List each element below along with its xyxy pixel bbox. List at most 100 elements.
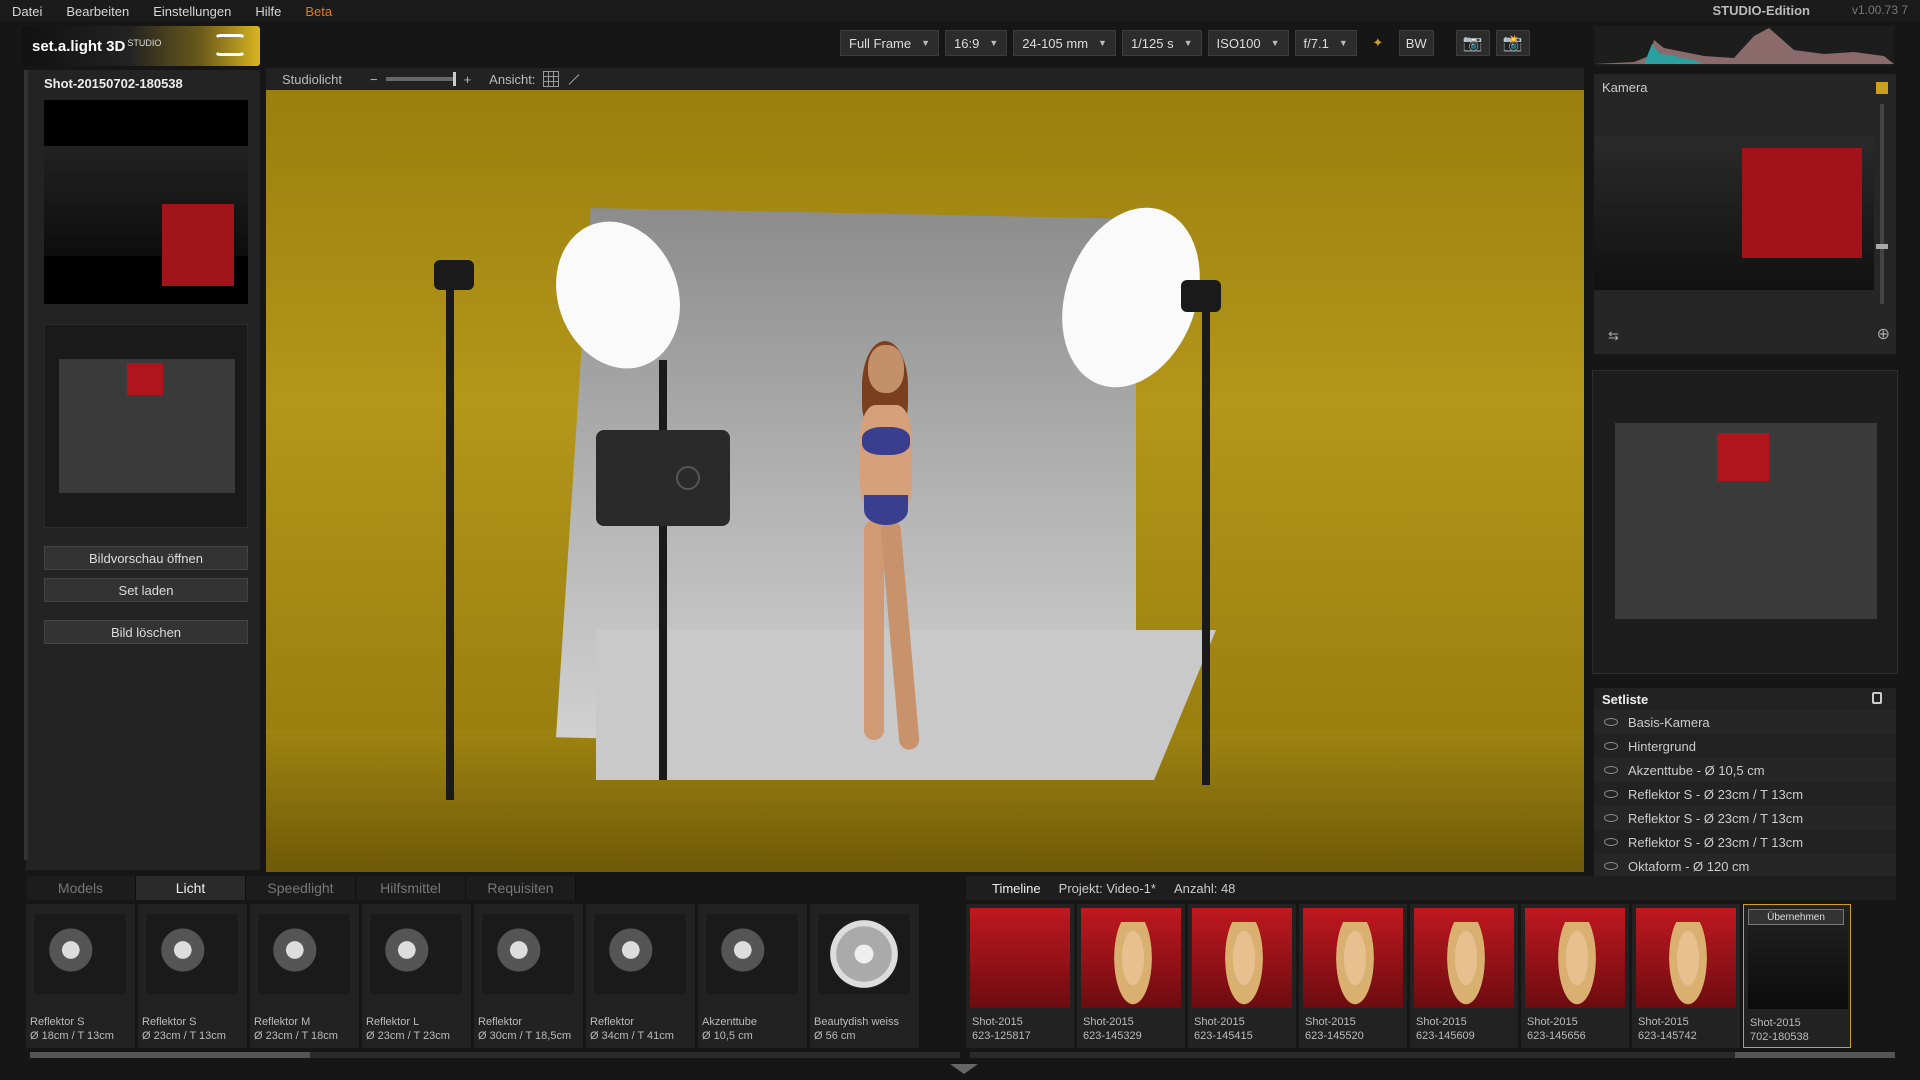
light-stand-center[interactable] [659, 360, 667, 780]
light-card[interactable]: Akzenttube Ø 10,5 cm [698, 904, 807, 1048]
crosshair-icon[interactable]: ⊕ [1877, 324, 1890, 344]
menu-beta[interactable]: Beta [293, 4, 344, 19]
light-card[interactable]: Reflektor S Ø 18cm / T 13cm [26, 904, 135, 1048]
model-leg [880, 519, 920, 751]
shot-thumbnail[interactable]: Shot-2015 623-145520 [1299, 904, 1407, 1048]
timeline-shots: Shot-2015 623-125817 Shot-2015 623-145329 … [966, 904, 1896, 1048]
tab-speedlight[interactable]: Speedlight [246, 876, 356, 900]
shot-image [1192, 908, 1292, 1012]
chevron-down-icon: ▼ [989, 38, 999, 48]
light-card[interactable]: Reflektor L Ø 23cm / T 23cm [362, 904, 471, 1048]
shot-thumbnail[interactable]: Shot-2015 623-145415 [1188, 904, 1296, 1048]
swap-icon[interactable]: ⇆ [1608, 328, 1619, 344]
face-image [1666, 922, 1710, 1012]
menu-hilfe[interactable]: Hilfe [243, 4, 293, 19]
iso-dropdown[interactable]: ISO100 ▼ [1207, 30, 1289, 56]
backdrop-marker [1717, 433, 1769, 481]
scrollbar-thumb[interactable] [30, 1052, 310, 1058]
library-scrollbar[interactable] [30, 1052, 960, 1058]
set-list-item[interactable]: Hintergrund [1594, 734, 1896, 758]
shot-thumbnail[interactable]: Shot-2015 623-125817 [966, 904, 1074, 1048]
shutter-dropdown[interactable]: 1/125 s ▼ [1121, 30, 1202, 56]
top-view-thumbnail[interactable] [44, 324, 248, 528]
line-icon[interactable] [569, 73, 580, 85]
menu-datei[interactable]: Datei [0, 4, 54, 19]
tab-requisiten[interactable]: Requisiten [466, 876, 576, 900]
load-set-button[interactable]: Set laden [44, 578, 248, 602]
light-name: Akzenttube [702, 1016, 758, 1028]
camera-preview[interactable] [1594, 136, 1874, 290]
scrollbar-thumb[interactable] [1735, 1052, 1895, 1058]
eye-icon[interactable] [1604, 766, 1618, 774]
eye-icon[interactable] [1604, 862, 1618, 870]
tab-hilfsmittel[interactable]: Hilfsmittel [356, 876, 466, 900]
uebernehmen-button[interactable]: Übernehmen [1748, 909, 1844, 925]
top-view-panel[interactable] [1592, 370, 1898, 674]
shot-thumbnail[interactable]: Shot-2015 623-145656 [1521, 904, 1629, 1048]
zoom-slider[interactable] [1876, 104, 1888, 304]
studio-viewport[interactable] [266, 90, 1584, 872]
chevron-down-icon: ▼ [1270, 38, 1280, 48]
set-list-item[interactable]: Akzenttube - Ø 10,5 cm [1594, 758, 1896, 782]
shot-name: Shot-2015 [1527, 1016, 1578, 1028]
floor-plan [1615, 423, 1877, 619]
model-head [868, 345, 904, 393]
zoom-slider-knob[interactable] [1876, 244, 1888, 249]
minus-icon[interactable]: − [370, 72, 378, 87]
light-name: Reflektor L [366, 1016, 420, 1028]
lock-icon[interactable] [1872, 692, 1882, 704]
left-scrollbar[interactable] [24, 70, 28, 860]
set-list-item[interactable]: Reflektor S - Ø 23cm / T 13cm [1594, 830, 1896, 854]
shot-name: Shot-2015 [1750, 1017, 1801, 1029]
light-stand-right[interactable] [1202, 305, 1210, 785]
menu-einstellungen[interactable]: Einstellungen [141, 4, 243, 19]
open-preview-button[interactable]: Bildvorschau öffnen [44, 546, 248, 570]
light-card[interactable]: Reflektor Ø 30cm / T 18,5cm [474, 904, 583, 1048]
light-card[interactable]: Reflektor M Ø 23cm / T 18cm [250, 904, 359, 1048]
light-card[interactable]: Reflektor Ø 34cm / T 41cm [586, 904, 695, 1048]
set-list-item[interactable]: Oktaform - Ø 120 cm [1594, 854, 1896, 878]
kamera-label: Kamera [1602, 80, 1648, 95]
camera-settings-icon[interactable] [1876, 82, 1888, 94]
set-list-item[interactable]: Reflektor S - Ø 23cm / T 13cm [1594, 782, 1896, 806]
shot-thumbnail[interactable]: Shot-2015 623-145329 [1077, 904, 1185, 1048]
eye-icon[interactable] [1604, 790, 1618, 798]
menu-bearbeiten[interactable]: Bearbeiten [54, 4, 141, 19]
ratio-dropdown[interactable]: 16:9 ▼ [945, 30, 1008, 56]
light-head-left[interactable] [434, 260, 474, 290]
3d-model[interactable] [836, 341, 936, 765]
shot-thumbnail-selected[interactable]: Übernehmen Shot-2015 702-180538 [1743, 904, 1851, 1048]
shot-preview-image[interactable] [44, 100, 248, 304]
light-stand-left[interactable] [446, 280, 454, 800]
shot-thumbnail[interactable]: Shot-2015 623-145742 [1632, 904, 1740, 1048]
bw-button[interactable]: BW [1398, 30, 1434, 56]
capture-series-icon[interactable]: 📸 [1495, 30, 1530, 56]
shot-id: 623-145415 [1194, 1030, 1253, 1042]
camera-model[interactable] [596, 430, 730, 526]
eye-icon[interactable] [1604, 838, 1618, 846]
eye-icon[interactable] [1604, 814, 1618, 822]
light-head-right[interactable] [1181, 280, 1221, 312]
set-list-item[interactable]: Basis-Kamera [1594, 710, 1896, 734]
shot-id: 702-180538 [1750, 1031, 1809, 1043]
tab-models[interactable]: Models [26, 876, 136, 900]
lens-dropdown[interactable]: 24-105 mm ▼ [1013, 30, 1116, 56]
delete-image-button[interactable]: Bild löschen [44, 620, 248, 644]
exposure-icon[interactable]: ✦ [1363, 30, 1393, 56]
grid-icon[interactable] [543, 71, 560, 87]
light-card[interactable]: Beautydish weiss Ø 56 cm [810, 904, 919, 1048]
format-dropdown[interactable]: Full Frame ▼ [840, 30, 940, 56]
eye-icon[interactable] [1604, 742, 1618, 750]
shot-thumbnail[interactable]: Shot-2015 623-145609 [1410, 904, 1518, 1048]
timeline-label[interactable]: Timeline [992, 881, 1041, 896]
plus-icon[interactable]: + [464, 72, 472, 87]
chevron-down-icon[interactable] [950, 1064, 978, 1074]
aperture-dropdown[interactable]: f/7.1 ▼ [1294, 30, 1357, 56]
light-card[interactable]: Reflektor S Ø 23cm / T 13cm [138, 904, 247, 1048]
tab-licht[interactable]: Licht [136, 876, 246, 900]
set-list-item[interactable]: Reflektor S - Ø 23cm / T 13cm [1594, 806, 1896, 830]
timeline-scrollbar[interactable] [970, 1052, 1895, 1058]
capture-camera-icon[interactable]: 📷 [1455, 30, 1490, 56]
studiolicht-slider[interactable] [385, 72, 456, 86]
eye-icon[interactable] [1604, 718, 1618, 726]
